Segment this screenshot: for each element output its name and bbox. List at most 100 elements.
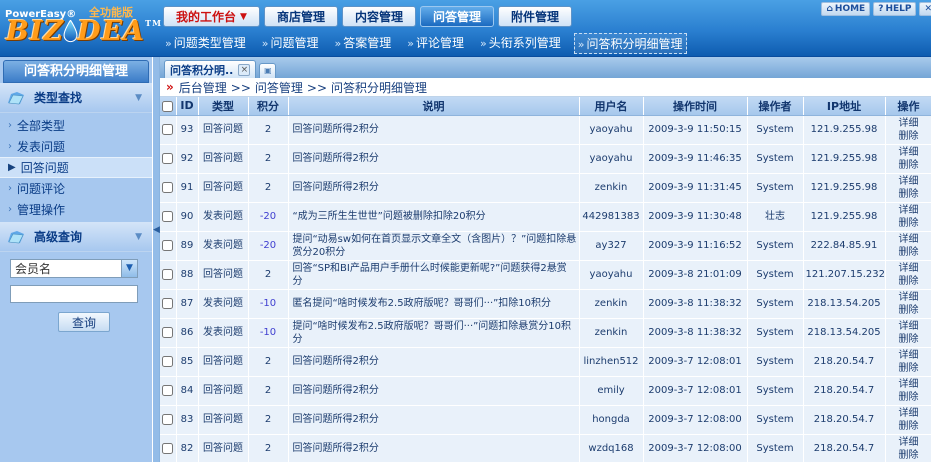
nav-tab-3[interactable]: 问答管理: [420, 6, 494, 27]
advanced-query-header[interactable]: 高级查询 ▼: [0, 222, 152, 252]
table-row: 84回答问题2回答问题所得2积分emily2009-3-7 12:08:01Sy…: [160, 376, 931, 405]
sidebar-title: 问答积分明细管理: [3, 60, 149, 83]
select-all-cell: [160, 97, 176, 115]
row-checkbox[interactable]: [162, 240, 173, 251]
detail-link[interactable]: 详细: [899, 350, 919, 361]
detail-link[interactable]: 详细: [899, 379, 919, 390]
utility-buttons: ⌂HOME?HELP✕: [821, 2, 931, 16]
detail-link[interactable]: 详细: [899, 234, 919, 245]
sidebar-item-label: 回答问题: [21, 159, 69, 176]
delete-link[interactable]: 删除: [899, 305, 919, 316]
row-operator: System: [747, 434, 803, 462]
row-checkbox-cell: [160, 115, 176, 144]
detail-link[interactable]: 详细: [899, 263, 919, 274]
nav-tab-2[interactable]: 内容管理: [342, 6, 416, 27]
row-score: 2: [248, 260, 288, 289]
subnav-label: 问题类型管理: [174, 36, 246, 50]
subnav-item-3[interactable]: »评论管理: [404, 33, 467, 54]
subnav-item-0[interactable]: »问题类型管理: [162, 33, 249, 54]
breadcrumb-marker-icon: »: [166, 80, 174, 94]
row-checkbox[interactable]: [162, 269, 173, 280]
row-time: 2009-3-9 11:46:35: [643, 144, 747, 173]
delete-link[interactable]: 删除: [899, 247, 919, 258]
detail-link[interactable]: 详细: [899, 292, 919, 303]
row-description: 回答问题所得2积分: [288, 347, 579, 376]
nav-tab-4[interactable]: 附件管理: [498, 6, 572, 27]
row-username: yaoyahu: [579, 115, 643, 144]
doc-tab[interactable]: 问答积分明.. ×: [164, 60, 256, 78]
row-checkbox[interactable]: [162, 443, 173, 454]
query-button[interactable]: 查询: [58, 312, 110, 332]
row-checkbox[interactable]: [162, 211, 173, 222]
nav-tab-0[interactable]: 我的工作台▼: [163, 6, 260, 27]
subnav-item-1[interactable]: »问题管理: [259, 33, 322, 54]
folder-icon: [6, 229, 26, 245]
member-query-input[interactable]: [10, 285, 138, 303]
row-checkbox[interactable]: [162, 153, 173, 164]
subnav-item-5[interactable]: »问答积分明细管理: [574, 33, 687, 54]
delete-link[interactable]: 删除: [899, 131, 919, 142]
util-button-help[interactable]: ?HELP: [873, 2, 916, 16]
delete-link[interactable]: 删除: [899, 276, 919, 287]
sidebar-item-3[interactable]: ›问题评论: [0, 178, 152, 199]
detail-link[interactable]: 详细: [899, 147, 919, 158]
row-score: 2: [248, 115, 288, 144]
util-button-home[interactable]: ⌂HOME: [821, 2, 870, 16]
sidebar-splitter[interactable]: ◀: [152, 57, 159, 462]
subnav-item-4[interactable]: »头衔系列管理: [477, 33, 564, 54]
row-checkbox[interactable]: [162, 327, 173, 338]
sidebar-item-label: 发表问题: [17, 138, 65, 155]
breadcrumb-part-0[interactable]: 后台管理: [179, 81, 227, 95]
type-search-header[interactable]: 类型查找 ▼: [0, 83, 152, 113]
row-description: 回答问题所得2积分: [288, 173, 579, 202]
row-id: 93: [176, 115, 198, 144]
row-checkbox-cell: [160, 173, 176, 202]
detail-link[interactable]: 详细: [899, 408, 919, 419]
member-field-select[interactable]: 会员名 ▼: [10, 259, 138, 278]
row-description: 提问“啥时候发布2.5政府版呢？哥哥们···”问题扣除悬赏分10积分: [288, 318, 579, 347]
detail-link[interactable]: 详细: [899, 176, 919, 187]
row-operator: System: [747, 318, 803, 347]
chevron-right-icon: ▶: [8, 162, 16, 173]
row-checkbox[interactable]: [162, 298, 173, 309]
detail-link[interactable]: 详细: [899, 118, 919, 129]
tab-list-button[interactable]: ▣: [259, 63, 276, 78]
util-button-close[interactable]: ✕: [919, 2, 931, 16]
row-checkbox-cell: [160, 434, 176, 462]
nav-tab-1[interactable]: 商店管理: [264, 6, 338, 27]
row-username: linzhen512: [579, 347, 643, 376]
row-time: 2009-3-7 12:08:00: [643, 434, 747, 462]
breadcrumb-part-1[interactable]: 问答管理: [255, 81, 303, 95]
detail-link[interactable]: 详细: [899, 437, 919, 448]
select-all-checkbox[interactable]: [162, 101, 173, 112]
delete-link[interactable]: 删除: [899, 189, 919, 200]
row-checkbox[interactable]: [162, 124, 173, 135]
query-form: 会员名 ▼ 查询: [0, 252, 152, 339]
delete-link[interactable]: 删除: [899, 421, 919, 432]
nav-tab-label: 内容管理: [355, 8, 403, 25]
sidebar-item-2[interactable]: ▶ 回答问题: [0, 157, 152, 178]
row-checkbox[interactable]: [162, 414, 173, 425]
delete-link[interactable]: 删除: [899, 160, 919, 171]
row-checkbox[interactable]: [162, 385, 173, 396]
breadcrumb-part-2[interactable]: 问答积分明细管理: [331, 81, 427, 95]
row-checkbox[interactable]: [162, 182, 173, 193]
subnav-item-2[interactable]: »答案管理: [332, 33, 395, 54]
detail-link[interactable]: 详细: [899, 205, 919, 216]
delete-link[interactable]: 删除: [899, 450, 919, 461]
sidebar-item-4[interactable]: ›管理操作: [0, 199, 152, 220]
delete-link[interactable]: 删除: [899, 363, 919, 374]
tab-close-icon[interactable]: ×: [238, 64, 250, 76]
delete-link[interactable]: 删除: [899, 334, 919, 345]
detail-link[interactable]: 详细: [899, 321, 919, 332]
util-label: HELP: [885, 4, 911, 14]
water-drop-icon: [63, 20, 78, 44]
row-type: 回答问题: [198, 347, 248, 376]
row-checkbox[interactable]: [162, 356, 173, 367]
delete-link[interactable]: 删除: [899, 392, 919, 403]
sidebar-item-1[interactable]: ›发表问题: [0, 136, 152, 157]
delete-link[interactable]: 删除: [899, 218, 919, 229]
row-actions: 详细删除: [885, 173, 931, 202]
subnav-label: 评论管理: [416, 36, 464, 50]
sidebar-item-0[interactable]: ›全部类型: [0, 115, 152, 136]
